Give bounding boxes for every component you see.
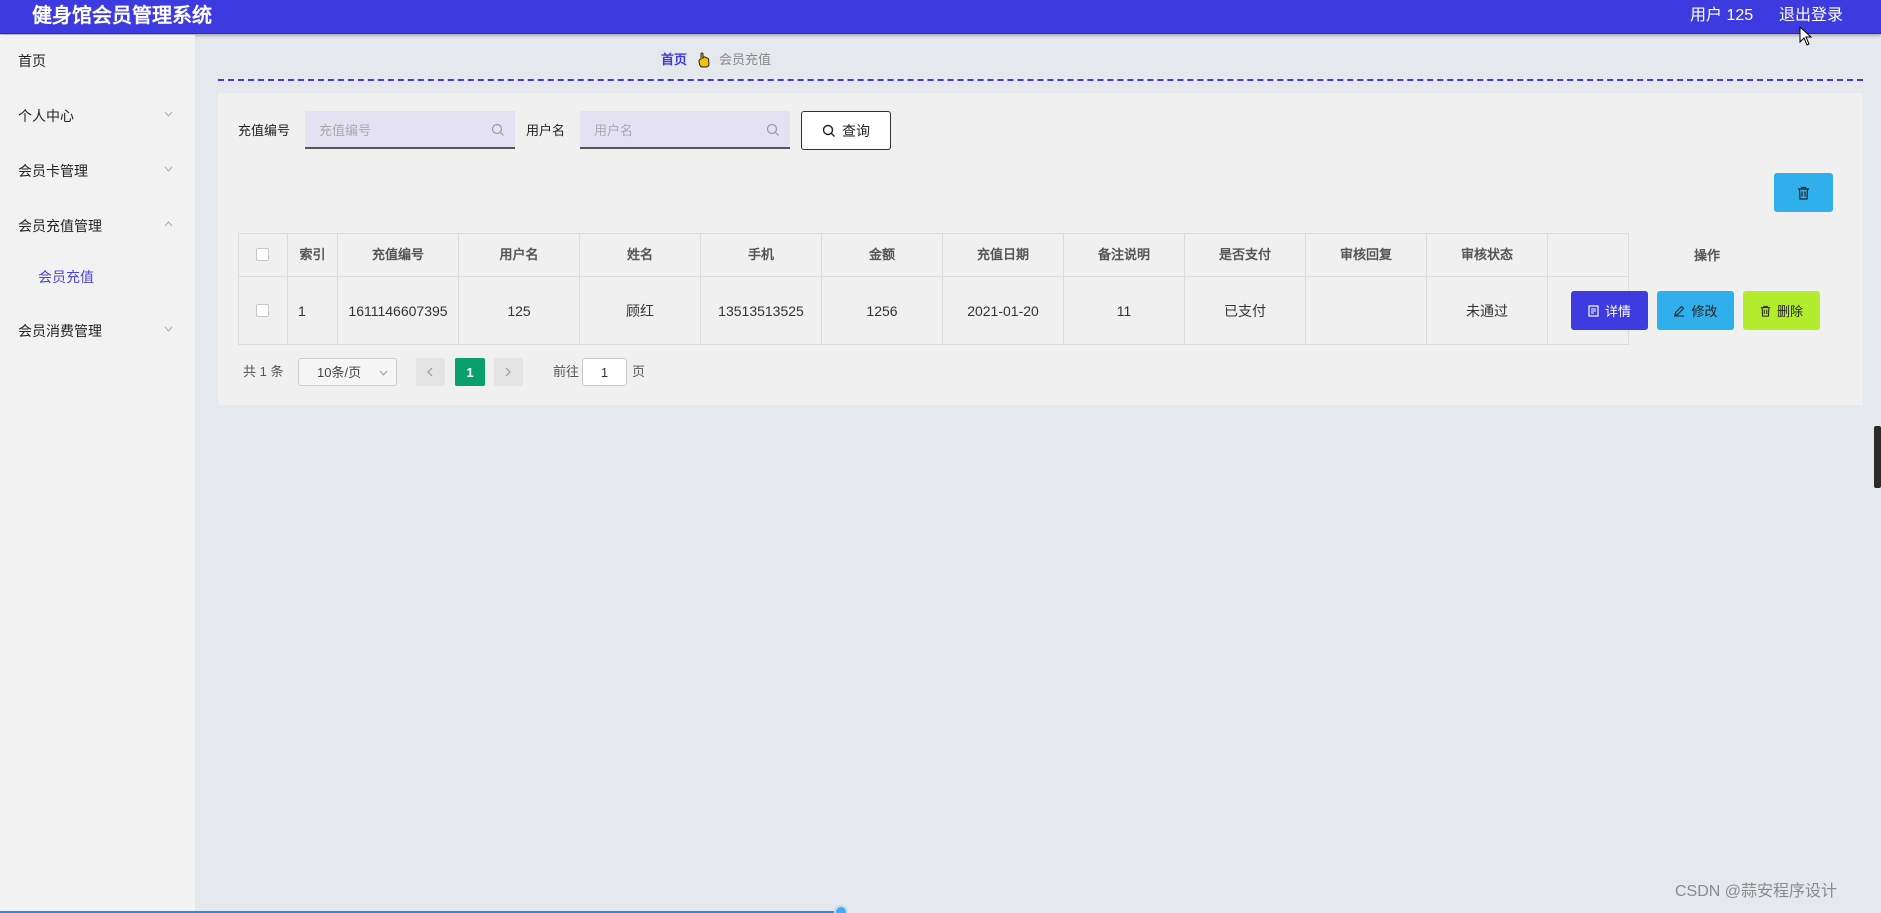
header-phone: 手机 [701, 233, 822, 277]
header-name: 姓名 [580, 233, 701, 277]
query-button-label: 查询 [842, 123, 870, 139]
page-size-select[interactable]: 10条/页 [298, 358, 397, 386]
cell-review-reply [1306, 277, 1427, 345]
delete-button[interactable]: 删除 [1743, 291, 1820, 330]
cell-amount: 1256 [822, 277, 943, 345]
app-title: 健身馆会员管理系统 [32, 5, 212, 27]
row-checkbox[interactable] [256, 304, 269, 317]
bulk-delete-button[interactable] [1774, 173, 1833, 212]
current-user-label: 用户 125 [1690, 7, 1754, 24]
pencil-icon [1674, 305, 1685, 317]
header-select-all [238, 233, 288, 277]
hand-icon [698, 52, 710, 68]
header-remark: 备注说明 [1064, 233, 1185, 277]
cell-name: 顾红 [580, 277, 701, 345]
chevron-down-icon [379, 370, 388, 376]
cell-username: 125 [459, 277, 580, 345]
row-select-cell [238, 277, 288, 345]
cell-remark: 11 [1064, 277, 1185, 345]
cell-recharge-no: 1611146607395 [338, 277, 459, 345]
document-icon [1588, 304, 1599, 317]
top-header: 健身馆会员管理系统 用户 125 退出登录 [0, 0, 1881, 34]
search-icon [822, 124, 835, 137]
chevron-left-icon [427, 367, 433, 377]
username-search-box [580, 111, 790, 149]
goto-suffix: 页 [632, 364, 646, 379]
sidebar-item-personal-center[interactable]: 个人中心 [18, 107, 74, 125]
chevron-down-icon [164, 326, 173, 332]
breadcrumb-divider [218, 79, 1863, 81]
edit-button-label: 修改 [1691, 304, 1718, 319]
trash-icon [1798, 186, 1809, 200]
sidebar-subitem-member-recharge[interactable]: 会员充值 [38, 268, 94, 286]
header-date: 充值日期 [943, 233, 1064, 277]
page-number-current[interactable]: 1 [455, 358, 485, 386]
cell-paid: 已支付 [1185, 277, 1306, 345]
cell-index: 1 [288, 277, 338, 345]
header-review-status: 审核状态 [1427, 233, 1548, 277]
chevron-right-icon [505, 367, 511, 377]
detail-button-label: 详情 [1604, 304, 1631, 319]
header-amount: 金额 [822, 233, 943, 277]
recharge-no-search-box [305, 111, 515, 149]
page-size-value: 10条/页 [317, 365, 362, 380]
trash-icon [1760, 305, 1771, 317]
header-index: 索引 [288, 233, 338, 277]
watermark: CSDN @蒜安程序设计 [1675, 883, 1838, 900]
username-label: 用户名 [526, 123, 566, 138]
sidebar-item-consumption-management[interactable]: 会员消费管理 [18, 322, 102, 340]
sidebar-item-member-card[interactable]: 会员卡管理 [18, 162, 88, 180]
recharge-no-label: 充值编号 [238, 123, 291, 138]
header-review-reply: 审核回复 [1306, 233, 1427, 277]
pagination-total: 共 1 条 [243, 364, 284, 379]
header-operations [1548, 233, 1629, 277]
search-icon [491, 123, 504, 136]
search-icon [766, 123, 779, 136]
recharge-no-input[interactable] [319, 120, 479, 140]
username-input[interactable] [594, 120, 754, 140]
prev-page-button[interactable] [416, 358, 445, 386]
edit-button[interactable]: 修改 [1657, 291, 1734, 330]
cell-phone: 13513513525 [701, 277, 822, 345]
progress-handle[interactable] [834, 905, 848, 913]
next-page-button[interactable] [494, 358, 523, 386]
cell-date: 2021-01-20 [943, 277, 1064, 345]
goto-label: 前往 [553, 364, 580, 379]
chevron-down-icon [164, 111, 173, 117]
mouse-cursor-icon [1799, 26, 1813, 46]
logout-link[interactable]: 退出登录 [1779, 5, 1843, 27]
select-all-checkbox[interactable] [256, 248, 269, 261]
sidebar-item-recharge-management[interactable]: 会员充值管理 [18, 217, 102, 235]
header-operations-label: 操作 [1694, 248, 1721, 263]
scrollbar-thumb[interactable] [1874, 426, 1881, 488]
breadcrumb-home[interactable]: 首页 [661, 51, 687, 69]
cell-review-status: 未通过 [1427, 277, 1548, 345]
chevron-up-icon [164, 221, 173, 227]
breadcrumb-current: 会员充值 [719, 52, 772, 67]
header-username: 用户名 [459, 233, 580, 277]
chevron-down-icon [164, 166, 173, 172]
query-button[interactable]: 查询 [801, 111, 891, 150]
header-recharge-no: 充值编号 [338, 233, 459, 277]
detail-button[interactable]: 详情 [1571, 291, 1648, 330]
header-paid: 是否支付 [1185, 233, 1306, 277]
sidebar: 首页 个人中心 会员卡管理 会员充值管理 会员充值 会员消费管理 [0, 35, 195, 913]
sidebar-item-home[interactable]: 首页 [18, 52, 46, 70]
delete-button-label: 删除 [1776, 304, 1803, 319]
goto-page-input[interactable] [582, 358, 627, 386]
main-panel: 充值编号 用户名 查询 索引 充值编号 用户名 姓名 手机 金额 充值日期 备注… [218, 93, 1863, 405]
